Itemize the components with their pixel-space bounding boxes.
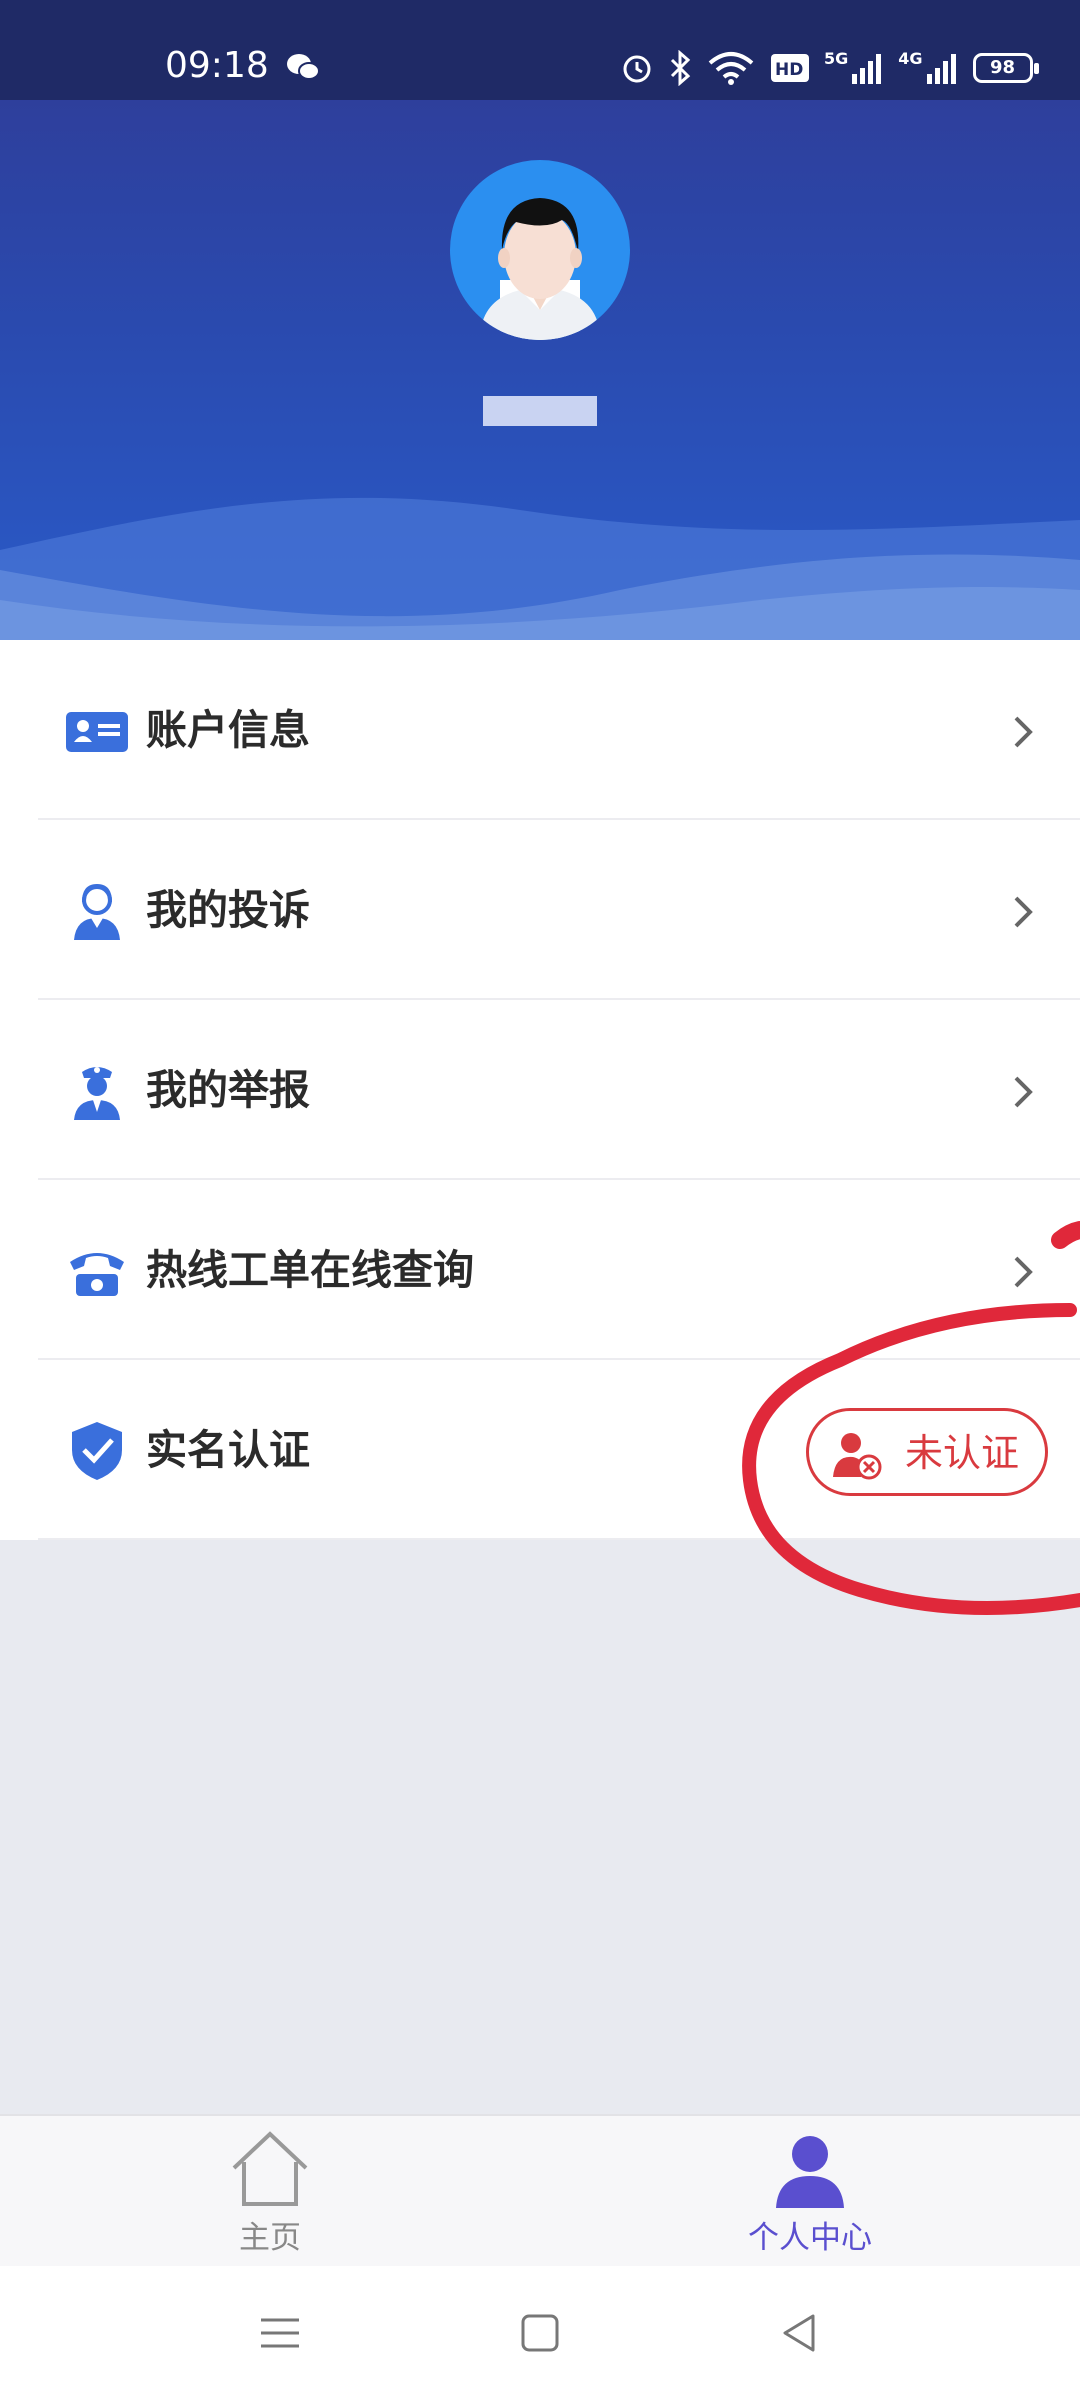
hd-icon: HD	[771, 54, 809, 82]
chevron-right-icon	[1014, 896, 1033, 928]
menu-item-hotline-ticket-query[interactable]: 热线工单在线查询	[0, 1180, 1080, 1360]
signal-icon	[926, 54, 956, 84]
chevron-right-icon	[1014, 1256, 1033, 1288]
tab-label: 主页	[239, 2220, 301, 2256]
bluetooth-icon	[670, 50, 691, 86]
id-card-icon	[66, 712, 128, 752]
wifi-icon	[708, 52, 754, 85]
home-button-icon[interactable]	[515, 2308, 565, 2358]
officer-icon	[74, 1067, 120, 1120]
menu-label: 热线工单在线查询	[146, 1246, 474, 1294]
wechat-icon	[287, 54, 320, 80]
telephone-icon	[70, 1253, 124, 1296]
menu-label: 我的举报	[146, 1066, 310, 1114]
shield-check-icon	[72, 1422, 122, 1480]
system-navigation-bar	[0, 2266, 1080, 2400]
tab-label: 个人中心	[748, 2220, 872, 2256]
badge-label: 未认证	[905, 1431, 1020, 1475]
net1-label: 5G	[824, 48, 849, 68]
user-unverified-icon	[833, 1433, 882, 1480]
menu-label: 我的投诉	[146, 886, 310, 934]
menu-label: 账户信息	[146, 706, 310, 754]
agent-icon	[74, 883, 120, 940]
menu-label: 实名认证	[146, 1426, 310, 1474]
menu-icon[interactable]	[255, 2308, 305, 2358]
status-bar: 09:18 HD 5G 4G 98	[0, 0, 1080, 100]
menu-item-real-name-verification[interactable]: 实名认证 未认证	[0, 1360, 1080, 1540]
avatar-icon	[480, 198, 600, 340]
net2-label: 4G	[898, 48, 923, 68]
battery-icon: 98	[972, 53, 1039, 83]
profile-header	[0, 100, 1080, 640]
tab-home[interactable]: 主页	[120, 2116, 420, 2266]
wave-decoration	[0, 497, 1080, 640]
chevron-right-icon	[1014, 1076, 1033, 1108]
status-time: 09:18	[165, 45, 269, 86]
status-icons: HD 5G 4G 98	[620, 48, 1039, 88]
unverified-badge[interactable]: 未认证	[806, 1408, 1048, 1496]
chevron-right-icon	[1014, 716, 1033, 748]
bottom-nav: 主页 个人中心	[0, 2114, 1080, 2266]
tab-personal-center[interactable]: 个人中心	[660, 2116, 960, 2266]
menu-item-my-reports[interactable]: 我的举报	[0, 1000, 1080, 1180]
back-icon[interactable]	[775, 2308, 825, 2358]
username	[483, 396, 597, 426]
menu-list: 账户信息 我的投诉 我的举报 热线工单在线查询 实名认证 未认证	[0, 640, 1080, 1540]
alarm-icon	[623, 55, 651, 83]
home-icon	[232, 2131, 308, 2206]
svg-text:HD: HD	[775, 60, 803, 80]
user-icon	[776, 2136, 844, 2208]
divider	[38, 1538, 1080, 1540]
signal-icon	[852, 54, 882, 84]
menu-item-account-info[interactable]: 账户信息	[0, 640, 1080, 820]
avatar[interactable]	[450, 160, 630, 340]
menu-item-my-complaints[interactable]: 我的投诉	[0, 820, 1080, 1000]
